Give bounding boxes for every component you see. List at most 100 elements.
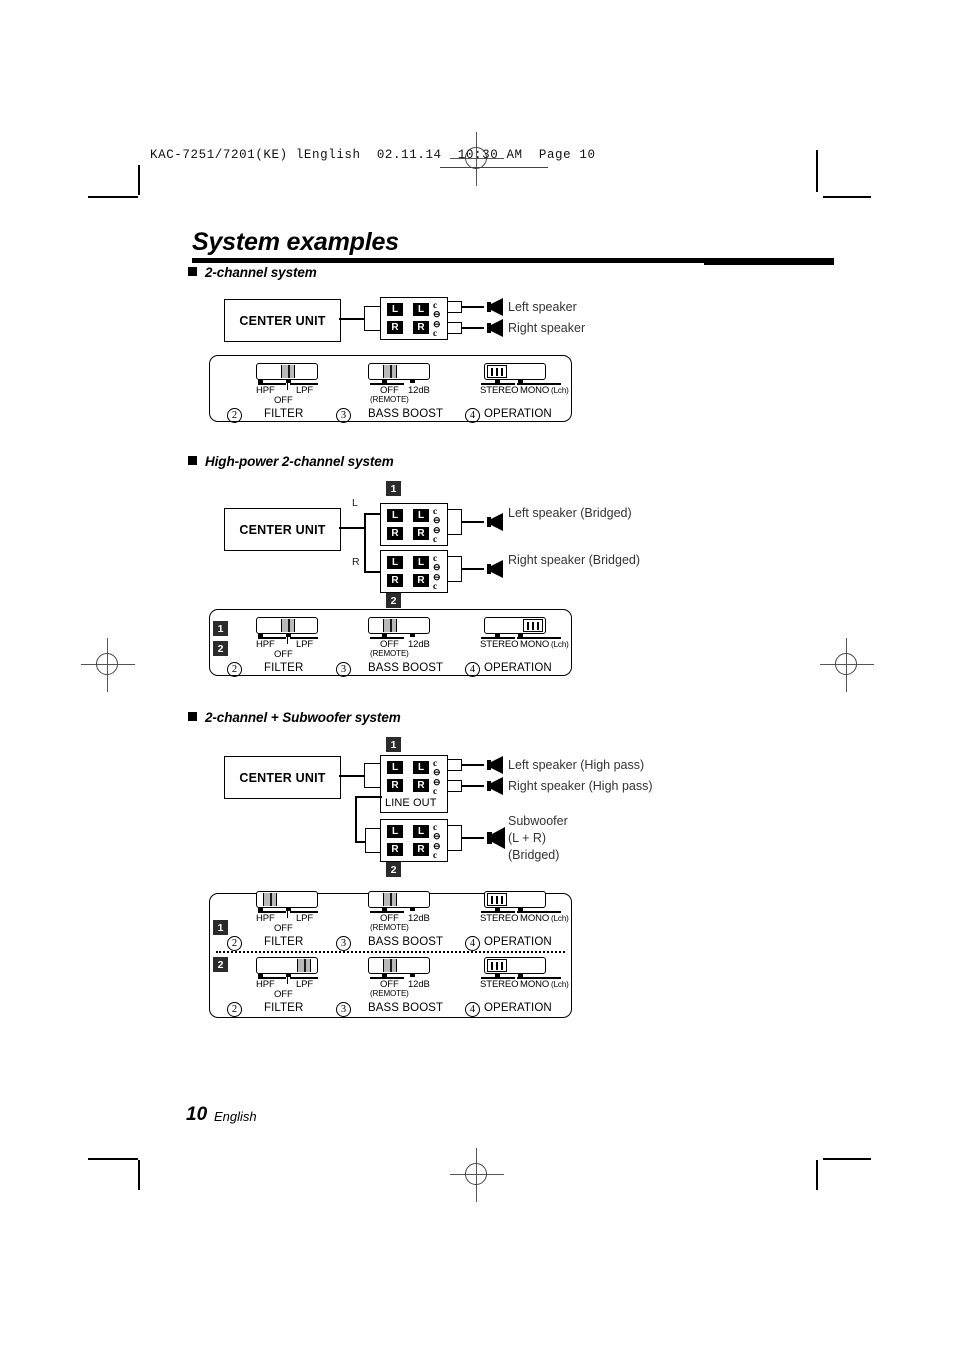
speaker-lead-3b (448, 780, 462, 792)
speaker-label-left-hp: Left speaker (High pass) (508, 758, 645, 772)
bass-step-number: 3 (336, 936, 351, 951)
bass-label-remote: (REMOTE) (370, 649, 409, 658)
operation-stop-left (495, 380, 500, 383)
filter-switch-s3a[interactable] (256, 891, 318, 908)
filter-switch-s1[interactable] (256, 363, 318, 380)
operation-stop-right (518, 634, 523, 637)
bass-label-12db: 12dB (408, 979, 430, 990)
operation-caption: OPERATION (484, 936, 552, 948)
operation-switch-knob[interactable] (487, 893, 507, 906)
filter-stop-left (258, 380, 263, 383)
bass-boost-switch-s1[interactable] (368, 363, 430, 380)
crop-mark-top-left-v (138, 165, 140, 195)
filter-switch-knob[interactable] (263, 893, 277, 906)
filter-switch-knob[interactable] (281, 365, 295, 378)
operation-switch-knob[interactable] (487, 959, 507, 972)
operation-step-number: 4 (465, 936, 480, 951)
terminal-in-r: R (387, 843, 403, 856)
bass-label-remote: (REMOTE) (370, 923, 409, 932)
bass-boost-switch-knob[interactable] (383, 959, 397, 972)
filter-caption: FILTER (264, 408, 304, 420)
operation-switch-knob[interactable] (523, 619, 543, 632)
filter-label-lpf: LPF (296, 385, 314, 396)
operation-step-number: 4 (465, 1002, 480, 1017)
crop-mark-bottom-right-h (823, 1158, 871, 1160)
filter-switch-knob[interactable] (281, 619, 295, 632)
filter-step-number: 2 (227, 408, 242, 423)
operation-label-stereo: STEREO (480, 979, 519, 990)
wire-to-right-speaker-hp (461, 785, 484, 788)
bass-boost-caption: BASS BOOST (368, 662, 444, 674)
subwoofer-line-1: Subwoofer (508, 814, 568, 828)
speaker-label-right-bridged: Right speaker (Bridged) (508, 553, 641, 567)
terminal-pin-icon: c (433, 786, 437, 796)
channel-label-right: R (352, 556, 360, 568)
operation-switch-s2[interactable] (484, 617, 546, 634)
filter-stop-left (258, 908, 263, 911)
bass-stop-left (382, 380, 387, 383)
terminal-out-r: R (413, 779, 429, 792)
bass-label-12db: 12dB (408, 639, 430, 650)
wire-to-right-speaker-bridged (461, 568, 484, 571)
operation-switch-knob[interactable] (487, 365, 507, 378)
filter-label-hpf: HPF (256, 385, 275, 396)
bass-stop-left (382, 634, 387, 637)
unit-badge-1: 1 (386, 737, 401, 752)
crop-mark-top-right-v (816, 150, 818, 192)
center-unit-label: CENTER UNIT (239, 770, 326, 785)
filter-switch-s3b[interactable] (256, 957, 318, 974)
amplifier-unit-2a: L R L R c ⊖ ⊖ c (380, 503, 448, 546)
bass-stop-right (410, 380, 415, 383)
wire-to-left-speaker-hp (461, 764, 484, 767)
terminal-out-r: R (413, 843, 429, 856)
terminal-out-r: R (413, 574, 429, 587)
speaker-icon (483, 559, 505, 579)
filter-label-off: OFF (274, 989, 293, 1000)
manual-page: KAC-7251/7201(KE) lEnglish 02.11.14 10:3… (0, 0, 954, 1351)
operation-switch-s3a[interactable] (484, 891, 546, 908)
bass-boost-switch-knob[interactable] (383, 893, 397, 906)
unit-badge-2: 2 (386, 593, 401, 608)
panel-badge-2: 2 (213, 641, 228, 656)
filter-stop-left (258, 974, 263, 977)
subwoofer-lead (448, 825, 462, 851)
channel-label-left: L (352, 497, 358, 509)
terminal-out-l: L (413, 761, 429, 774)
operation-label-mono: MONO (520, 979, 550, 990)
filter-label-lpf: LPF (296, 979, 314, 990)
wire-lineout-top (355, 796, 382, 799)
crop-mark-bottom-right-v (816, 1160, 818, 1190)
bass-boost-switch-knob[interactable] (383, 365, 397, 378)
operation-stop-left (495, 908, 500, 911)
operation-label-lch: (Lch) (551, 386, 569, 395)
terminal-pin-icon: ⊖ (433, 309, 441, 319)
registration-mark-right (820, 638, 874, 692)
terminal-out-l: L (413, 556, 429, 569)
filter-stop-left (258, 634, 263, 637)
operation-switch-s1[interactable] (484, 363, 546, 380)
filter-switch-s2[interactable] (256, 617, 318, 634)
bass-boost-switch-s3b[interactable] (368, 957, 430, 974)
bass-boost-switch-s2[interactable] (368, 617, 430, 634)
bass-boost-switch-knob[interactable] (383, 619, 397, 632)
panel-badge-1: 1 (213, 621, 228, 636)
bass-boost-caption: BASS BOOST (368, 936, 444, 948)
wire-to-left-speaker (461, 306, 484, 309)
bass-boost-caption: BASS BOOST (368, 408, 444, 420)
filter-caption: FILTER (264, 662, 304, 674)
operation-label-stereo: STEREO (480, 913, 519, 924)
bass-label-12db: 12dB (408, 913, 430, 924)
terminal-in-l: L (387, 825, 403, 838)
bass-boost-switch-s3a[interactable] (368, 891, 430, 908)
operation-stop-right (518, 380, 523, 383)
bullet-square-icon (188, 267, 197, 276)
bass-step-number: 3 (336, 408, 351, 423)
bass-step-number: 3 (336, 662, 351, 677)
terminal-in-r: R (387, 779, 403, 792)
center-unit-2: CENTER UNIT (224, 508, 341, 551)
filter-switch-knob[interactable] (297, 959, 311, 972)
filter-tick-center (286, 637, 289, 644)
terminal-pin-icon: ⊖ (433, 767, 441, 777)
operation-caption: OPERATION (484, 1002, 552, 1014)
operation-switch-s3b[interactable] (484, 957, 546, 974)
